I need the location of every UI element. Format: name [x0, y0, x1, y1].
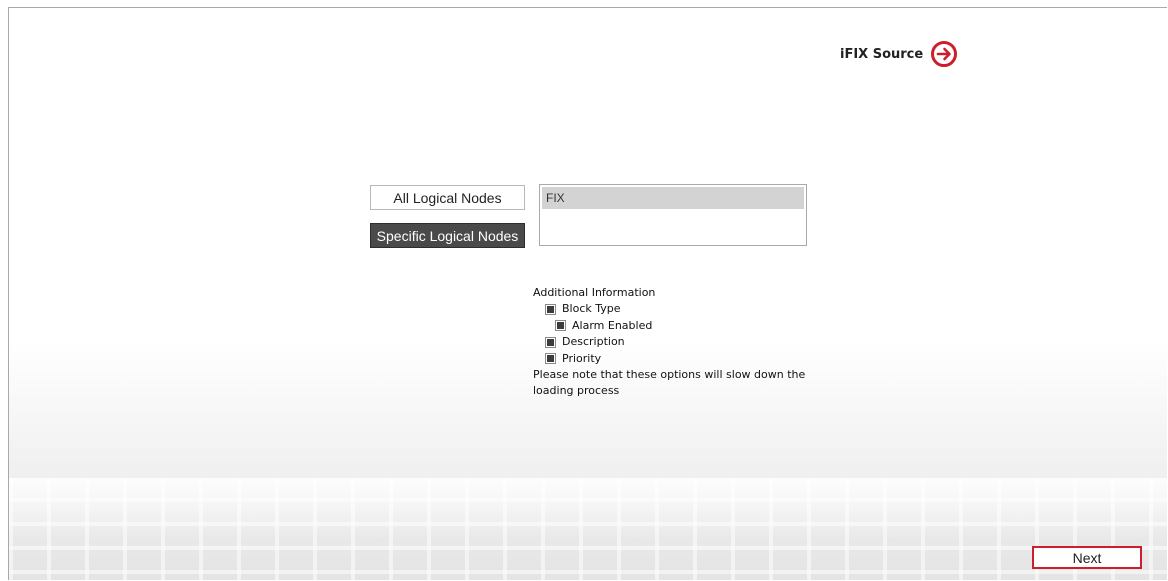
wizard-panel: iFIX Source All Logical Nodes Specific L… [8, 7, 1167, 580]
priority-label: Priority [562, 351, 602, 365]
block-type-label: Block Type [562, 302, 621, 316]
block-type-option[interactable]: Block Type [533, 301, 833, 317]
alarm-enabled-label: Alarm Enabled [572, 318, 653, 332]
alarm-enabled-checkbox[interactable] [555, 320, 566, 332]
alarm-enabled-option[interactable]: Alarm Enabled [533, 318, 833, 334]
ifix-source-label: iFIX Source [840, 46, 924, 62]
priority-option[interactable]: Priority [533, 351, 833, 367]
background-shade [9, 478, 1167, 580]
block-type-checkbox[interactable] [545, 304, 556, 316]
list-item[interactable]: FIX [542, 187, 804, 209]
additional-information-heading: Additional Information [533, 286, 656, 299]
performance-note: Please note that these options will slow… [533, 367, 806, 398]
next-button[interactable]: Next [1032, 546, 1142, 569]
specific-logical-nodes-button[interactable]: Specific Logical Nodes [370, 223, 525, 248]
all-logical-nodes-button[interactable]: All Logical Nodes [370, 185, 525, 210]
additional-information-section: Additional Information Block Type Alarm … [533, 285, 833, 400]
arrow-right-circle-icon[interactable] [930, 40, 958, 68]
description-checkbox[interactable] [545, 336, 556, 348]
description-label: Description [562, 335, 625, 349]
logical-nodes-list[interactable]: FIX [539, 184, 807, 246]
description-option[interactable]: Description [533, 334, 833, 350]
priority-checkbox[interactable] [545, 353, 556, 365]
ifix-source-link[interactable]: iFIX Source [840, 40, 958, 68]
